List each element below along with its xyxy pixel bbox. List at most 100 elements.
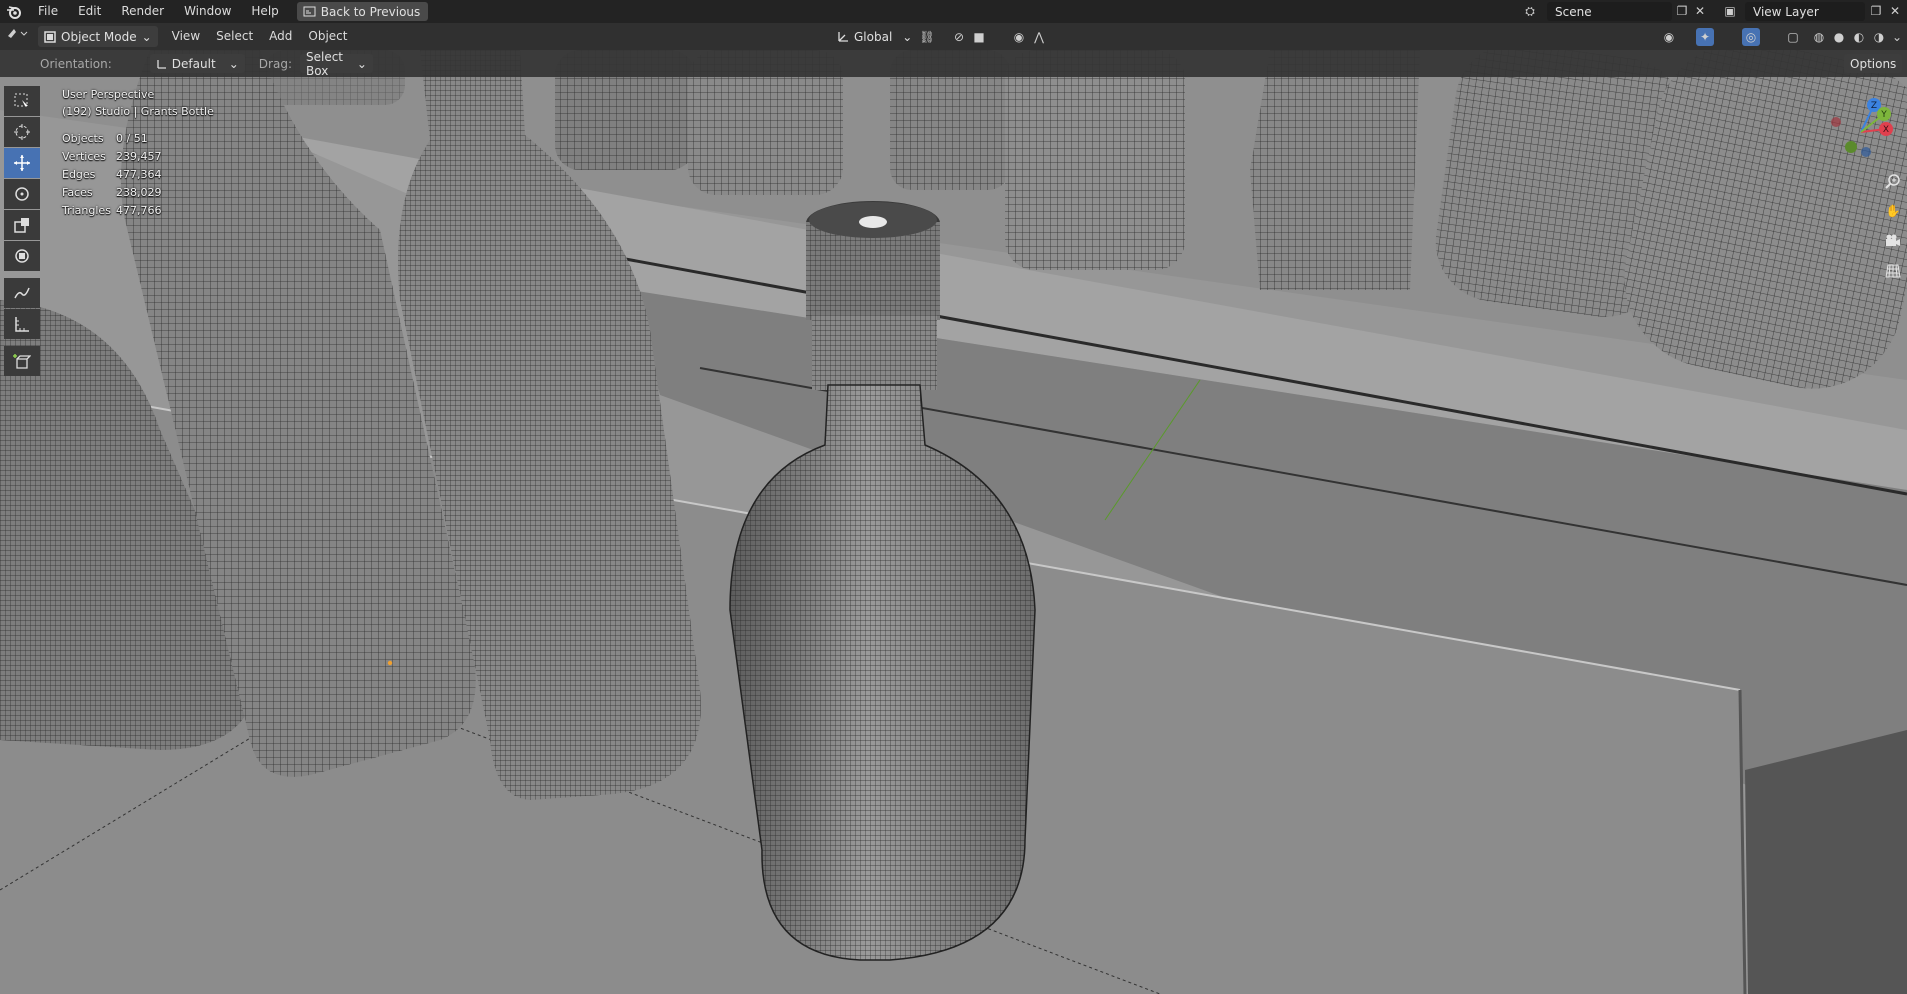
shading-options-icon[interactable]: ⌄	[1888, 28, 1906, 46]
orientation-label: Orientation:	[40, 56, 112, 71]
chevron-down-icon: ⌄	[228, 56, 239, 71]
move-tool[interactable]	[4, 148, 40, 178]
cursor-tool[interactable]	[4, 117, 40, 147]
viewport-info-overlay: User Perspective (192) Studio | Grants B…	[62, 86, 214, 220]
navigation-gizmo[interactable]: Z X Y	[1826, 92, 1896, 162]
add-cube-tool[interactable]	[4, 346, 40, 376]
stat-label: Edges	[62, 168, 96, 181]
menu-edit[interactable]: Edit	[68, 0, 111, 23]
gizmo-neg-x[interactable]	[1831, 117, 1841, 127]
scene-selector[interactable]: Scene	[1547, 2, 1672, 21]
gizmo-y-label: Y	[1880, 110, 1887, 120]
orientation-value: Default	[171, 56, 216, 71]
options-dropdown[interactable]: Options	[1844, 54, 1903, 73]
axes-icon	[838, 31, 848, 42]
rendered-shading-icon[interactable]: ◑	[1870, 28, 1888, 46]
chevron-down-icon: ⌄	[141, 29, 152, 44]
gizmo-z-label: Z	[1871, 101, 1877, 111]
wireframe-shading-icon[interactable]: ◍	[1810, 28, 1828, 46]
menu-select[interactable]: Select	[208, 26, 261, 47]
stat-label: Objects	[62, 132, 104, 145]
new-scene-icon[interactable]: ❐	[1674, 3, 1690, 19]
view-layer-icon[interactable]: ▣	[1722, 3, 1738, 19]
rotate-tool[interactable]	[4, 179, 40, 209]
collection-info: (192) Studio | Grants Bottle	[62, 105, 214, 118]
stat-value: 239,457	[116, 150, 162, 163]
stat-edges: Edges 477,364	[62, 166, 214, 184]
annotate-tool[interactable]	[4, 278, 40, 308]
falloff-icon[interactable]: ⋀	[1030, 28, 1048, 46]
close-scene-icon[interactable]: ✕	[1692, 3, 1708, 19]
menu-window[interactable]: Window	[174, 0, 241, 23]
stat-value: 238,029	[116, 186, 162, 199]
solid-shading-icon[interactable]: ●	[1830, 28, 1848, 46]
move-icon	[14, 155, 30, 171]
select-box-icon	[14, 93, 28, 107]
measure-tool[interactable]	[4, 309, 40, 339]
gizmo-x-label: X	[1883, 125, 1889, 135]
gizmo-toggle-icon[interactable]: ✦	[1696, 28, 1714, 46]
back-to-previous-label: Back to Previous	[320, 4, 421, 19]
perspective-grid-icon[interactable]	[1882, 260, 1904, 282]
scale-tool[interactable]	[4, 210, 40, 240]
select-box-tool[interactable]	[4, 86, 40, 116]
stat-objects: Objects 0 / 51	[62, 130, 214, 148]
top-menu-bar: File Edit Render Window Help Back to Pre…	[0, 0, 1907, 23]
view-layer-selector[interactable]: View Layer	[1745, 2, 1865, 21]
transform-orientation-dropdown[interactable]: Global ⌄	[830, 26, 918, 47]
transform-tool[interactable]	[4, 241, 40, 271]
xray-icon[interactable]: ▢	[1784, 28, 1802, 46]
object-mode-dropdown[interactable]: Object Mode ⌄	[38, 26, 158, 47]
stat-label: Faces	[62, 186, 93, 199]
stat-value: 0 / 51	[116, 132, 148, 145]
scale-icon	[14, 218, 29, 233]
snap-target-icon[interactable]: ■	[970, 28, 988, 46]
tool-shelf	[4, 86, 44, 377]
scene-name: Scene	[1555, 4, 1592, 19]
tool-settings-bar: Orientation: Default ⌄ Drag: Select Box …	[0, 50, 1907, 78]
visibility-icon[interactable]: ◉	[1660, 28, 1678, 46]
stat-faces: Faces 238,029	[62, 184, 214, 202]
rotate-icon	[15, 187, 29, 201]
orientation-icon	[157, 59, 166, 69]
chevron-down-icon: ⌄	[356, 56, 367, 71]
stat-vertices: Vertices 239,457	[62, 148, 214, 166]
back-to-previous-button[interactable]: Back to Previous	[296, 2, 429, 21]
orientation-dropdown[interactable]: Default ⌄	[149, 54, 245, 73]
menu-file[interactable]: File	[28, 0, 68, 23]
close-view-layer-icon[interactable]: ✕	[1887, 3, 1903, 19]
stat-value: 477,364	[116, 168, 162, 181]
overlays-toggle-icon[interactable]: ◎	[1742, 28, 1760, 46]
proportional-edit-icon[interactable]: ◉	[1010, 28, 1028, 46]
camera-view-icon[interactable]	[1882, 230, 1904, 252]
view-name: User Perspective	[62, 88, 155, 101]
editor-type-icon[interactable]	[0, 26, 34, 47]
menu-object[interactable]: Object	[300, 26, 355, 47]
drag-dropdown[interactable]: Select Box ⌄	[299, 50, 373, 78]
zoom-icon[interactable]	[1882, 170, 1904, 192]
material-shading-icon[interactable]: ◐	[1850, 28, 1868, 46]
new-view-layer-icon[interactable]: ❐	[1868, 3, 1884, 19]
snap-icon[interactable]: ⊘	[950, 28, 968, 46]
pan-hand-icon[interactable]: ✋	[1882, 200, 1904, 222]
chevron-down-icon: ⌄	[902, 29, 913, 44]
pivot-point-icon[interactable]: ⛓	[918, 28, 936, 46]
gizmo-neg-z[interactable]	[1861, 147, 1871, 157]
menu-help[interactable]: Help	[241, 0, 288, 23]
menu-render[interactable]: Render	[111, 0, 174, 23]
3d-viewport[interactable]: User Perspective (192) Studio | Grants B…	[0, 50, 1907, 994]
drag-value: Select Box	[305, 49, 344, 78]
blender-logo-icon[interactable]	[0, 0, 28, 23]
measure-icon	[15, 317, 29, 332]
transform-icon	[15, 249, 29, 263]
menu-add[interactable]: Add	[261, 26, 300, 47]
gizmo-neg-y[interactable]	[1845, 141, 1857, 153]
menu-view[interactable]: View	[164, 26, 208, 47]
transform-orientation-label: Global	[854, 29, 893, 44]
screen-icon	[303, 6, 316, 17]
stat-label: Triangles	[62, 204, 111, 217]
drag-label: Drag:	[258, 56, 292, 71]
add-cube-icon	[13, 354, 31, 369]
scene-icon[interactable]: ⛭	[1522, 3, 1538, 19]
stat-value: 477,766	[116, 204, 162, 217]
